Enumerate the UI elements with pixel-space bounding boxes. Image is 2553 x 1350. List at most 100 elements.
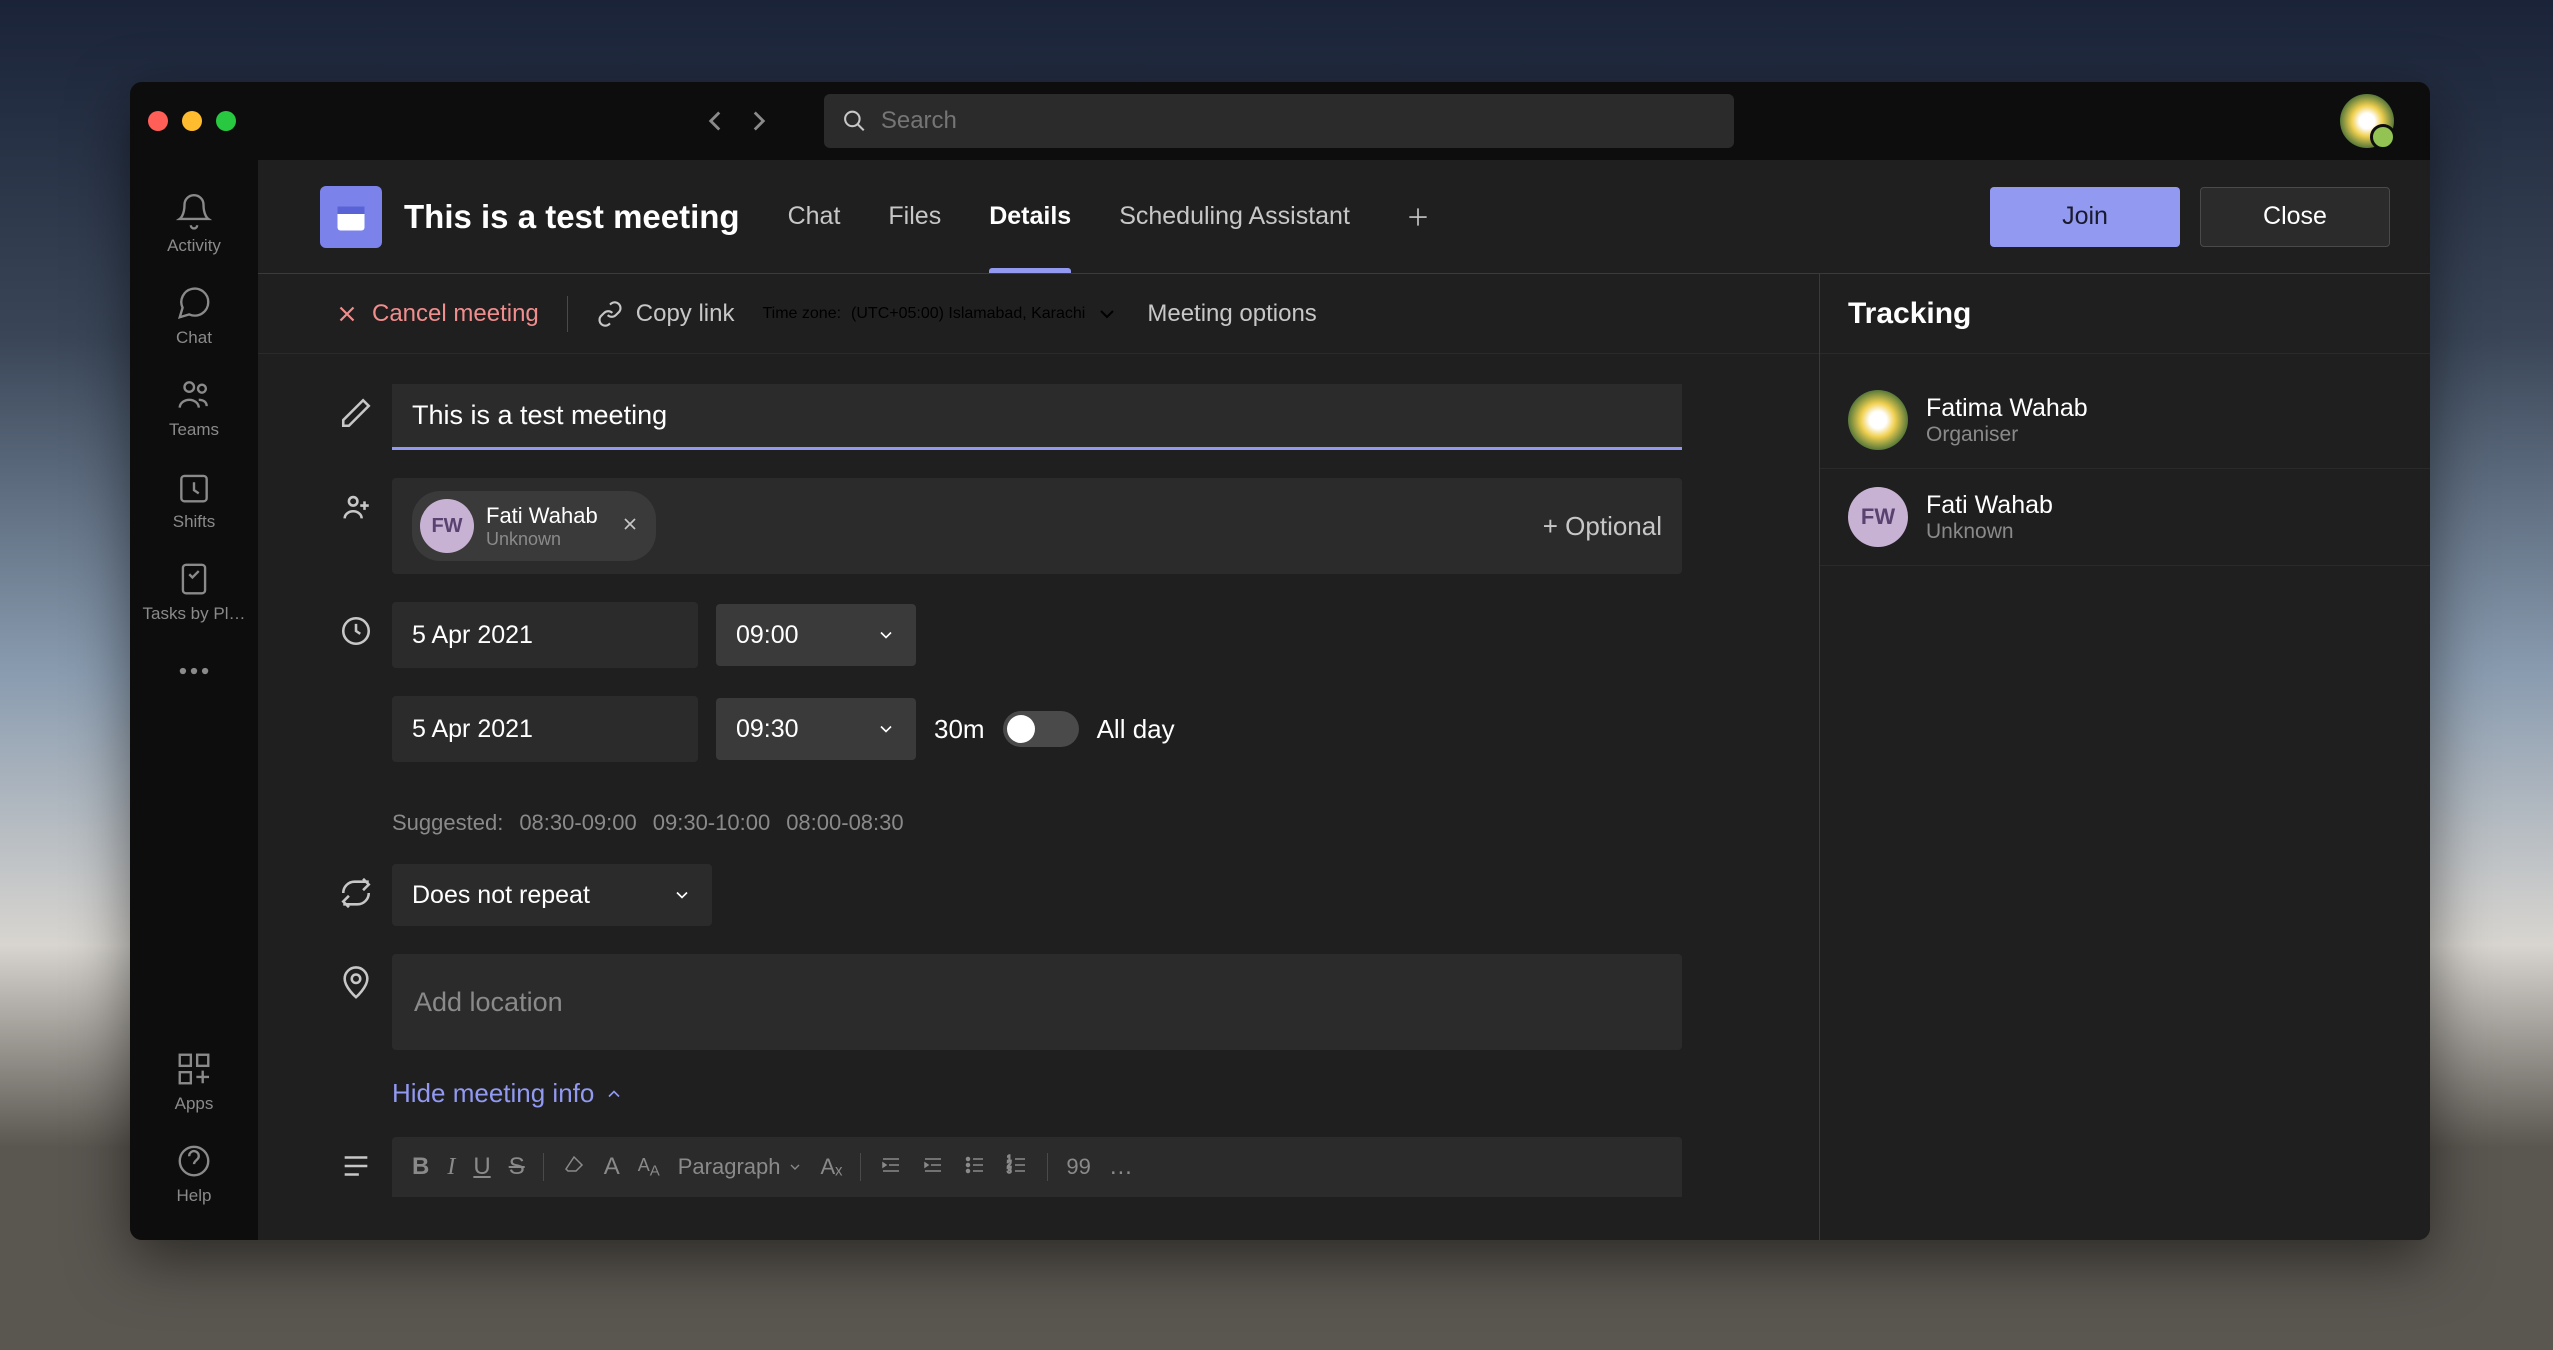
end-time-select[interactable]: 09:30 xyxy=(716,698,916,760)
meeting-title-input[interactable] xyxy=(392,384,1682,450)
location-input[interactable] xyxy=(392,954,1682,1050)
svg-text:3: 3 xyxy=(1007,1166,1012,1175)
font-color-button[interactable]: A xyxy=(604,1153,620,1181)
titlebar xyxy=(130,82,2430,160)
main-area: This is a test meeting Chat Files Detail… xyxy=(258,160,2430,1240)
rail-teams[interactable]: Teams xyxy=(130,362,258,454)
back-button[interactable] xyxy=(698,104,732,138)
rail-shifts[interactable]: Shifts xyxy=(130,454,258,546)
recurrence-value: Does not repeat xyxy=(412,881,590,910)
tab-chat[interactable]: Chat xyxy=(768,160,861,273)
tracking-item-attendee[interactable]: FW Fati Wahab Unknown xyxy=(1820,469,2430,566)
start-time-select[interactable]: 09:00 xyxy=(716,604,916,666)
bold-button[interactable]: B xyxy=(412,1153,429,1181)
search-input[interactable] xyxy=(881,107,1716,135)
attendees-input[interactable]: FW Fati Wahab Unknown xyxy=(392,478,1682,574)
rail-tasks[interactable]: Tasks by Pl… xyxy=(130,546,258,638)
forward-button[interactable] xyxy=(742,104,776,138)
cancel-meeting-button[interactable]: Cancel meeting xyxy=(334,300,539,328)
rail-apps[interactable]: Apps xyxy=(130,1036,258,1128)
content-split: Cancel meeting Copy link Time zone: (UTC… xyxy=(258,274,2430,1240)
rail-label: Tasks by Pl… xyxy=(143,604,246,624)
close-button[interactable]: Close xyxy=(2200,187,2390,247)
bell-icon xyxy=(175,192,213,230)
copy-link-button[interactable]: Copy link xyxy=(596,300,735,328)
clock-icon xyxy=(320,602,392,648)
avatar xyxy=(1848,390,1908,450)
indent-decrease-button[interactable] xyxy=(879,1153,903,1182)
nav-arrows xyxy=(698,104,776,138)
tracking-list: Fatima Wahab Organiser FW Fati Wahab Unk… xyxy=(1820,354,2430,584)
form-area: FW Fati Wahab Unknown xyxy=(258,354,1819,1240)
meeting-options-button[interactable]: Meeting options xyxy=(1147,300,1316,328)
tz-label: Time zone: xyxy=(762,305,841,323)
close-window-button[interactable] xyxy=(148,111,168,131)
rail-help[interactable]: Help xyxy=(130,1128,258,1220)
apps-icon xyxy=(175,1050,213,1088)
indent-increase-button[interactable] xyxy=(921,1153,945,1182)
search-bar[interactable] xyxy=(824,94,1734,148)
window-controls xyxy=(148,111,236,131)
location-icon xyxy=(320,954,392,1000)
italic-button[interactable]: I xyxy=(447,1154,455,1181)
rail-more[interactable] xyxy=(130,638,258,704)
divider xyxy=(567,296,568,332)
underline-button[interactable]: U xyxy=(473,1153,490,1181)
link-icon xyxy=(596,300,624,328)
paragraph-select[interactable]: Paragraph xyxy=(678,1154,803,1180)
chat-icon xyxy=(175,284,213,322)
timezone-selector[interactable]: Time zone: (UTC+05:00) Islamabad, Karach… xyxy=(762,302,1119,326)
app-body: Activity Chat Teams Shifts Tasks by Pl… xyxy=(130,160,2430,1240)
rail-chat[interactable]: Chat xyxy=(130,270,258,362)
meeting-title: This is a test meeting xyxy=(404,198,740,236)
number-list-button[interactable]: 123 xyxy=(1005,1153,1029,1182)
add-tab-button[interactable] xyxy=(1398,197,1438,237)
rail-label: Help xyxy=(177,1186,212,1206)
tz-value: (UTC+05:00) Islamabad, Karachi xyxy=(851,305,1085,323)
start-date-input[interactable] xyxy=(392,602,698,668)
more-format-button[interactable]: … xyxy=(1109,1153,1133,1181)
font-size-button[interactable]: AA xyxy=(638,1155,660,1180)
allday-toggle[interactable] xyxy=(1003,711,1079,747)
minimize-window-button[interactable] xyxy=(182,111,202,131)
tab-files[interactable]: Files xyxy=(868,160,961,273)
highlight-button[interactable] xyxy=(562,1153,586,1182)
rail-label: Chat xyxy=(176,328,212,348)
search-icon xyxy=(842,108,867,134)
cancel-meeting-label: Cancel meeting xyxy=(372,300,539,328)
strike-button[interactable]: S xyxy=(509,1153,525,1181)
rail-activity[interactable]: Activity xyxy=(130,178,258,270)
tracking-pane: Tracking Fatima Wahab Organiser FW xyxy=(1820,274,2430,1240)
profile-avatar[interactable] xyxy=(2340,94,2394,148)
more-icon xyxy=(175,652,213,690)
maximize-window-button[interactable] xyxy=(216,111,236,131)
end-date-input[interactable] xyxy=(392,696,698,762)
suggested-time-0[interactable]: 08:30-09:00 xyxy=(519,810,636,836)
join-button[interactable]: Join xyxy=(1990,187,2180,247)
suggested-time-2[interactable]: 08:00-08:30 xyxy=(786,810,903,836)
tab-details[interactable]: Details xyxy=(969,160,1091,273)
toolbar: Cancel meeting Copy link Time zone: (UTC… xyxy=(258,274,1819,354)
people-icon xyxy=(320,478,392,524)
hide-meeting-info-button[interactable]: Hide meeting info xyxy=(392,1078,1759,1109)
suggested-time-1[interactable]: 09:30-10:00 xyxy=(653,810,770,836)
suggested-label: Suggested: xyxy=(392,810,503,836)
details-pane: Cancel meeting Copy link Time zone: (UTC… xyxy=(258,274,1820,1240)
attendee-status: Unknown xyxy=(486,529,598,550)
help-icon xyxy=(175,1142,213,1180)
clear-format-button[interactable]: Aₓ xyxy=(821,1154,843,1180)
tracking-name: Fati Wahab xyxy=(1926,491,2053,520)
optional-attendees-button[interactable]: + Optional xyxy=(1543,511,1662,542)
quote-button[interactable]: 99 xyxy=(1066,1154,1090,1180)
bullet-list-button[interactable] xyxy=(963,1153,987,1182)
recurrence-select[interactable]: Does not repeat xyxy=(392,864,712,926)
end-time-value: 09:30 xyxy=(736,715,799,744)
remove-attendee-button[interactable] xyxy=(620,514,640,539)
tab-scheduling-assistant[interactable]: Scheduling Assistant xyxy=(1099,160,1370,273)
hide-info-label: Hide meeting info xyxy=(392,1078,594,1109)
copy-link-label: Copy link xyxy=(636,300,735,328)
tracking-item-organiser[interactable]: Fatima Wahab Organiser xyxy=(1820,372,2430,469)
attendee-avatar: FW xyxy=(420,499,474,553)
x-icon xyxy=(334,301,360,327)
left-rail: Activity Chat Teams Shifts Tasks by Pl… xyxy=(130,160,258,1240)
